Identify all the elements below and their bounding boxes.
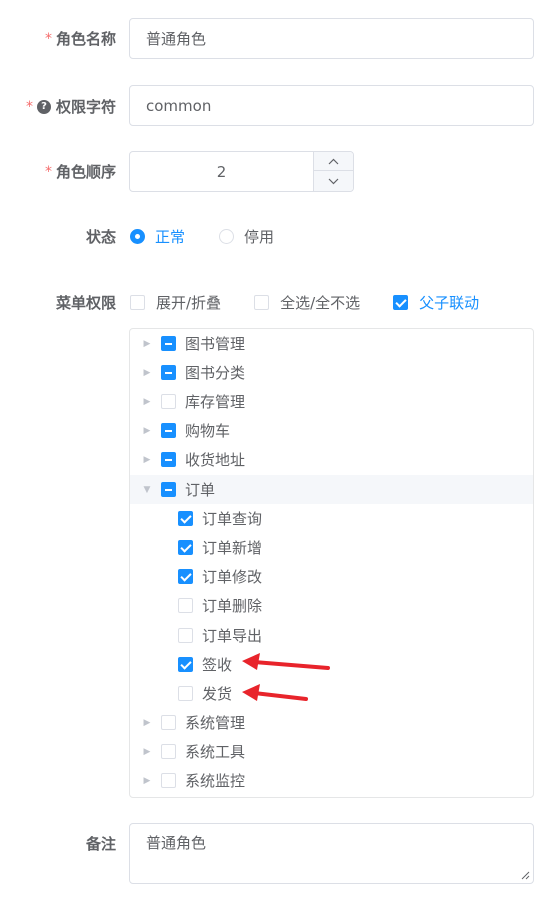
- chevron-down-icon: [328, 178, 339, 185]
- role-sort-stepper[interactable]: 2: [129, 151, 354, 192]
- menu-tree: ▶ 图书管理 ▶ 图书分类 ▶ 库存管理 ▶ 购物车 ▶ 收货地址 ▼ 订单 订…: [129, 328, 534, 798]
- tree-node[interactable]: ▶ 收货地址: [130, 445, 533, 474]
- tree-checkbox[interactable]: [161, 423, 176, 438]
- remark-textarea[interactable]: 普通角色: [129, 823, 534, 884]
- role-sort-label: * 角色顺序: [44, 163, 116, 181]
- role-key-label: * ? 权限字符: [25, 98, 116, 116]
- caret-right-icon[interactable]: ▶: [141, 425, 153, 437]
- checkbox[interactable]: [254, 295, 270, 310]
- tree-checkbox[interactable]: [178, 569, 193, 584]
- tree-checkbox[interactable]: [161, 715, 176, 730]
- tree-checkbox[interactable]: [178, 657, 193, 672]
- caret-right-icon[interactable]: ▶: [141, 717, 153, 729]
- tree-checkbox[interactable]: [161, 773, 176, 788]
- tree-node[interactable]: ▶ 图书分类: [130, 358, 533, 387]
- tree-checkbox[interactable]: [161, 394, 176, 409]
- status-row: 状态 正常 停用: [0, 224, 555, 248]
- tree-checkbox[interactable]: [178, 511, 193, 526]
- radio-selected[interactable]: [130, 229, 145, 244]
- tree-node-expanded[interactable]: ▼ 订单: [130, 475, 533, 504]
- menu-label: 菜单权限: [55, 294, 116, 312]
- tree-node[interactable]: ▶ 系统管理: [130, 708, 533, 737]
- caret-down-icon[interactable]: ▼: [141, 484, 153, 496]
- tree-node[interactable]: ▶ 库存管理: [130, 387, 533, 416]
- tree-node[interactable]: ▶ 系统监控: [130, 766, 533, 795]
- stepper-buttons: [313, 152, 353, 191]
- status-label: 状态: [85, 228, 116, 246]
- role-sort-row: * 角色顺序 2: [0, 151, 555, 192]
- status-option-normal[interactable]: 正常: [130, 226, 185, 247]
- parent-child-link-checkbox[interactable]: 父子联动: [393, 292, 479, 313]
- select-all-checkbox[interactable]: 全选/全不选: [254, 292, 360, 313]
- tree-child-node[interactable]: 订单查询: [130, 504, 533, 533]
- decrease-button[interactable]: [314, 172, 353, 191]
- resize-handle-icon[interactable]: [521, 871, 530, 880]
- status-option-disabled[interactable]: 停用: [219, 226, 274, 247]
- role-key-row: * ? 权限字符 common: [0, 85, 555, 126]
- role-name-row: * 角色名称 普通角色: [0, 18, 555, 59]
- tree-child-node[interactable]: 订单删除: [130, 591, 533, 620]
- caret-right-icon[interactable]: ▶: [141, 454, 153, 466]
- role-name-label: * 角色名称: [44, 30, 116, 48]
- increase-button[interactable]: [314, 152, 353, 171]
- role-key-input[interactable]: common: [129, 85, 534, 126]
- menu-toggle-group: 展开/折叠 全选/全不选 父子联动: [130, 292, 512, 313]
- tree-node[interactable]: ▶ 图书管理: [130, 329, 533, 358]
- checkbox[interactable]: [130, 295, 145, 310]
- menu-row: 菜单权限 展开/折叠 全选/全不选 父子联动: [0, 290, 555, 314]
- caret-right-icon[interactable]: ▶: [141, 396, 153, 408]
- tree-checkbox[interactable]: [178, 628, 193, 643]
- status-radio-group: 正常 停用: [130, 226, 308, 247]
- expand-collapse-checkbox[interactable]: 展开/折叠: [130, 292, 221, 313]
- radio-unselected[interactable]: [219, 229, 235, 244]
- tree-child-node[interactable]: 订单修改: [130, 562, 533, 591]
- caret-right-icon[interactable]: ▶: [141, 367, 153, 379]
- tree-checkbox[interactable]: [161, 744, 176, 759]
- tree-checkbox[interactable]: [178, 686, 193, 701]
- chevron-up-icon: [328, 158, 339, 164]
- role-name-input[interactable]: 普通角色: [129, 18, 534, 59]
- annotation-arrow-icon: [242, 684, 308, 701]
- tree-node[interactable]: ▶ 购物车: [130, 416, 533, 445]
- tree-child-node[interactable]: 订单导出: [130, 621, 533, 650]
- tree-checkbox[interactable]: [161, 482, 176, 497]
- remark-label: 备注: [85, 835, 116, 853]
- annotation-arrow-icon: [242, 653, 330, 670]
- tree-checkbox[interactable]: [161, 336, 176, 351]
- tree-checkbox[interactable]: [161, 365, 176, 380]
- tree-checkbox[interactable]: [178, 540, 193, 555]
- caret-right-icon[interactable]: ▶: [141, 775, 153, 787]
- caret-right-icon[interactable]: ▶: [141, 338, 153, 350]
- tree-node[interactable]: ▶ 系统工具: [130, 737, 533, 766]
- tree-checkbox[interactable]: [161, 452, 176, 467]
- caret-right-icon[interactable]: ▶: [141, 746, 153, 758]
- checkbox[interactable]: [393, 295, 409, 310]
- question-circle-icon[interactable]: ?: [36, 99, 51, 114]
- tree-child-node[interactable]: 发货: [130, 679, 533, 708]
- tree-child-node[interactable]: 订单新增: [130, 533, 533, 562]
- role-sort-value[interactable]: 2: [130, 152, 313, 191]
- tree-checkbox[interactable]: [178, 598, 193, 613]
